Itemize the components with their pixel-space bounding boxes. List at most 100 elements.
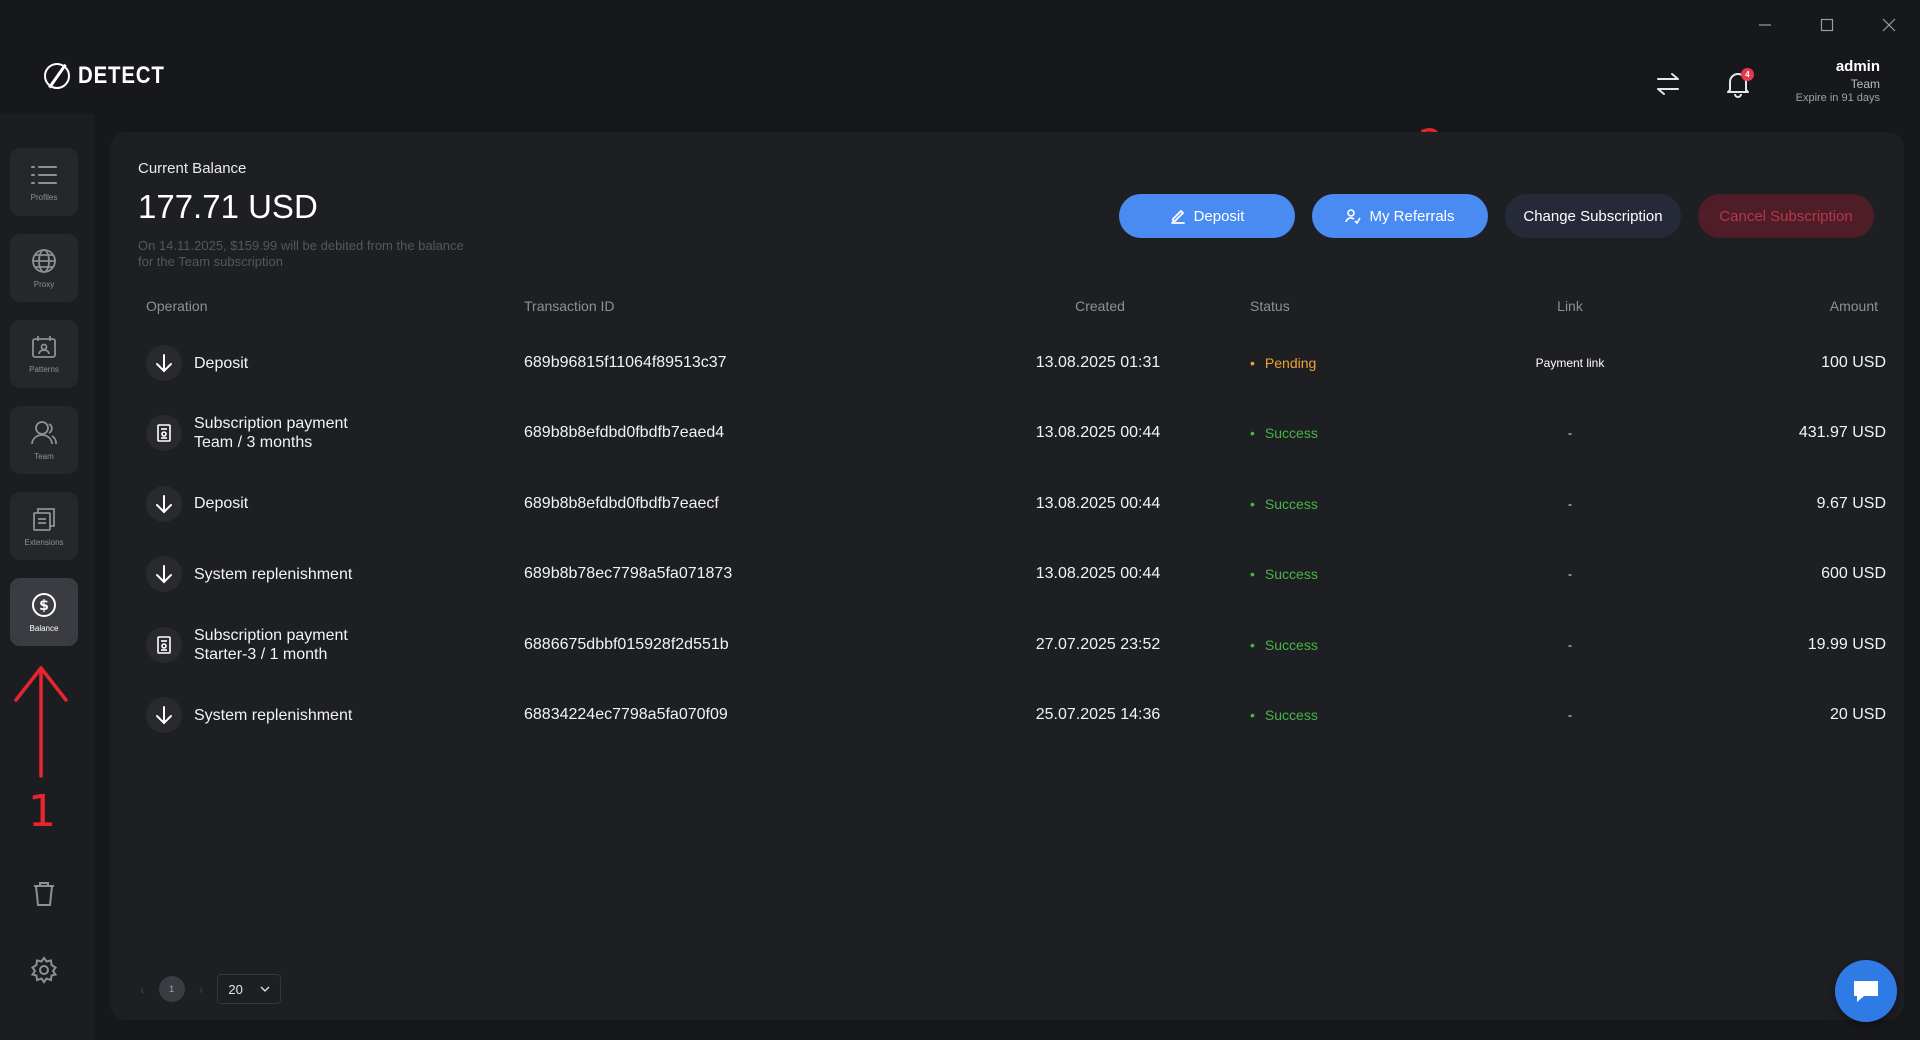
deposit-button[interactable]: Deposit [1119, 194, 1295, 238]
amount: 19.99 USD [1807, 635, 1886, 653]
my-referrals-button[interactable]: My Referrals [1312, 194, 1488, 238]
logo-text: DETECT [78, 62, 165, 89]
table-row: Subscription payment Team / 3 months 689b8… [138, 398, 1886, 468]
payment-link[interactable]: Payment link [1536, 356, 1605, 370]
arrow-down-icon [156, 494, 172, 514]
change-subscription-button[interactable]: Change Subscription [1505, 194, 1681, 238]
prev-page-icon[interactable]: ‹ [140, 981, 145, 997]
operation-detail: Starter-3 / 1 month [194, 645, 328, 663]
notifications-button[interactable]: 4 [1718, 64, 1758, 104]
table-row: Deposit 689b8b8efdbd0fbdfb7eaecf 13.08.202… [138, 469, 1886, 539]
sidebar-item-balance[interactable]: $ Balance [10, 578, 78, 646]
subscription-expire: Expire in 91 days [1795, 91, 1880, 104]
maximize-button[interactable] [1796, 0, 1858, 50]
globe-icon [32, 248, 56, 273]
table-row: Deposit 689b96815f11064f89513c37 13.08.202… [138, 328, 1886, 398]
amount: 9.67 USD [1816, 494, 1886, 512]
sidebar-item-patterns[interactable]: Patterns [10, 320, 78, 388]
sidebar-item-team[interactable]: Team [10, 406, 78, 474]
app-logo: DETECT [44, 62, 180, 90]
operation-cell: Subscription payment Starter-3 / 1 month [146, 610, 348, 680]
transaction-id: 6886675dbbf015928f2d551b [524, 635, 729, 653]
payment-link: - [1568, 637, 1572, 652]
amount: 600 USD [1821, 565, 1886, 583]
next-page-icon[interactable]: › [199, 981, 204, 997]
operation-name: Deposit [194, 354, 249, 372]
amount: 431.97 USD [1798, 424, 1886, 442]
operation-text: Subscription payment Team / 3 months [194, 414, 348, 452]
receipt-icon [157, 424, 171, 443]
header-created: Created [1075, 298, 1125, 314]
created-date: 13.08.2025 00:44 [1035, 424, 1161, 442]
close-button[interactable] [1858, 0, 1920, 50]
debit-notice: On 14.11.2025, $159.99 will be debited f… [138, 238, 464, 269]
header-operation: Operation [146, 298, 208, 314]
sidebar-item-profiles[interactable]: Profiles [10, 148, 78, 216]
sidebar: Profiles Proxy Patterns Team Extensions [0, 114, 94, 1040]
status-badge: Success [1250, 566, 1318, 582]
amount: 100 USD [1821, 354, 1886, 371]
cancel-subscription-button[interactable]: Cancel Subscription [1698, 194, 1874, 238]
gear-icon [30, 956, 58, 984]
chat-support-button[interactable] [1835, 960, 1897, 1022]
balance-panel: Current Balance 177.71 USD On 14.11.2025… [110, 132, 1904, 1020]
page-size-select[interactable]: 20 [217, 974, 282, 1004]
page-number-current[interactable]: 1 [158, 976, 185, 1002]
sidebar-item-extensions[interactable]: Extensions [10, 492, 78, 560]
operation-text: Deposit [194, 354, 248, 373]
operation-text: Deposit [194, 494, 248, 513]
title-bar: DETECT 4 admin Team Expire in 91 days [0, 0, 1920, 114]
maximize-icon [1820, 18, 1834, 32]
operation-icon [146, 345, 182, 381]
minimize-icon [1759, 24, 1771, 26]
receipt-icon [157, 635, 171, 654]
sidebar-item-label: Profiles [30, 192, 58, 202]
operation-cell: System replenishment [146, 539, 352, 609]
status-badge: Success [1250, 425, 1318, 441]
operation-name: System replenishment [194, 706, 353, 724]
operation-icon [146, 626, 182, 663]
annotation-step-1: 1 [28, 786, 56, 837]
sidebar-item-label: Proxy [33, 279, 55, 289]
pagination: ‹ 1 › 20 [140, 974, 282, 1004]
switch-button[interactable] [1648, 64, 1688, 104]
created-date: 13.08.2025 00:44 [1035, 494, 1161, 512]
window-controls [1734, 0, 1920, 50]
created-date: 25.07.2025 14:36 [1035, 706, 1161, 723]
my-referrals-button-label: My Referrals [1369, 207, 1455, 225]
user-menu[interactable]: admin Team Expire in 91 days [1796, 58, 1880, 106]
table-row: Subscription payment Starter-3 / 1 month 6… [138, 610, 1886, 680]
user-plan: Team [1850, 76, 1880, 91]
swap-arrows-icon [1657, 73, 1679, 95]
operation-icon [146, 697, 182, 733]
transaction-id: 68834224ec7798a5fa070f09 [524, 706, 728, 723]
operation-icon [146, 485, 182, 522]
list-icon [31, 165, 57, 184]
svg-text:$: $ [39, 598, 49, 614]
sidebar-item-label: Team [34, 451, 54, 461]
status-badge: Success [1250, 496, 1318, 512]
status-badge: Success [1250, 707, 1318, 723]
operation-name: Subscription payment [194, 626, 348, 644]
operation-name: System replenishment [194, 565, 353, 583]
pen-icon [1170, 209, 1185, 224]
operation-cell: Subscription payment Team / 3 months [146, 398, 348, 468]
status-badge: Pending [1250, 355, 1316, 371]
dollar-icon: $ [32, 592, 56, 617]
table-row: System replenishment 68834224ec7798a5fa07… [138, 680, 1886, 750]
trash-button[interactable] [26, 876, 62, 912]
settings-button[interactable] [26, 952, 62, 988]
user-name: admin [1835, 58, 1880, 75]
transaction-id: 689b8b8efdbd0fbdfb7eaed4 [524, 424, 725, 442]
transaction-id: 689b96815f11064f89513c37 [524, 354, 727, 371]
payment-link: - [1568, 708, 1572, 722]
sidebar-item-proxy[interactable]: Proxy [10, 234, 78, 302]
annotation-arrow-up [14, 666, 68, 778]
extensions-icon [33, 507, 55, 531]
sidebar-item-label: Extensions [24, 537, 64, 547]
operation-icon [146, 415, 182, 452]
sidebar-item-label: Balance [29, 623, 59, 633]
app-window: DETECT 4 admin Team Expire in 91 days Pr… [0, 0, 1920, 1040]
minimize-button[interactable] [1734, 0, 1796, 50]
table-header: Operation Transaction ID Created Status … [146, 298, 1878, 318]
